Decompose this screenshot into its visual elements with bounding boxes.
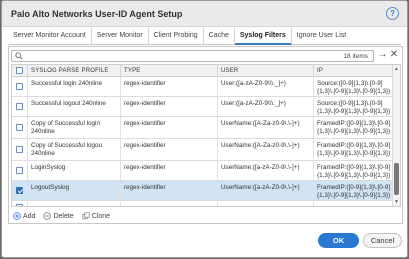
- row-checkbox[interactable]: [12, 77, 28, 96]
- cell-user: [218, 201, 314, 206]
- table-header: SYSLOG PARSE PROFILE TYPE USER IP: [12, 65, 393, 77]
- apply-filter-arrow-icon[interactable]: →: [377, 49, 388, 62]
- add-label: Add: [23, 212, 36, 220]
- column-header-ip[interactable]: IP: [314, 65, 393, 77]
- row-checkbox[interactable]: [12, 181, 28, 200]
- column-header-type[interactable]: TYPE: [121, 65, 218, 77]
- table-row[interactable]: Copy of Successful logou 240nline regex-…: [12, 139, 393, 161]
- cell-ip: Source:([0-9]{1,3}\.[0-9]{1,3}\.[0-9]{1,…: [317, 100, 391, 115]
- table-row-selected[interactable]: LogoutSyslog regex-identifier UserName:(…: [12, 181, 393, 201]
- table-row[interactable]: Copy of Successful login 240nline regex-…: [12, 117, 393, 139]
- tab-bar: Server Monitor Account Server Monitor Cl…: [8, 28, 401, 45]
- tab-client-probing[interactable]: Client Probing: [149, 28, 204, 45]
- cell-profile: Copy of Successful logou 240nline: [28, 139, 121, 160]
- cell-profile: Successful logout 240nline: [28, 97, 121, 116]
- delete-label: Delete: [53, 212, 74, 220]
- tab-ignore-user-list[interactable]: Ignore User List: [292, 28, 351, 45]
- cell-profile: LoginSyslog: [28, 161, 121, 180]
- cell-type: regex-identifier: [121, 161, 218, 180]
- clear-filter-close-icon[interactable]: ✕: [389, 49, 399, 62]
- row-checkbox-box: [16, 83, 23, 90]
- row-checkbox[interactable]: [12, 97, 28, 116]
- row-checkbox-box: [16, 204, 23, 206]
- table-row[interactable]: Successful logout 240nline regex-identif…: [12, 97, 393, 117]
- cell-user: UserName:([A-Za-z0-9\.\-]+): [218, 139, 314, 160]
- cell-type: regex-identifier: [121, 97, 218, 116]
- table-row[interactable]: Successful login 240nline regex-identifi…: [12, 77, 393, 97]
- row-checkbox-box: [16, 124, 23, 131]
- title-bar: Palo Alto Networks User-ID Agent Setup ?: [2, 1, 407, 27]
- cell-ip: FramedIP:([0-9]{1,3}\.[0-9]{1,3}\.[0-9]{…: [317, 142, 391, 157]
- cell-type: regex-identifier: [121, 77, 218, 96]
- add-button[interactable]: Add: [13, 212, 35, 220]
- cell-user: UserName:([a-zA-Z0-9\.\-]+): [218, 181, 314, 200]
- cell-user: User:([a-zA-Z0-9\\\._]+): [218, 97, 314, 116]
- cell-profile: [28, 201, 121, 206]
- clone-label: Clone: [91, 212, 110, 220]
- cell-user: UserName:([A-Za-z0-9\.\-]+): [218, 117, 314, 138]
- column-header-user[interactable]: USER: [218, 65, 314, 77]
- tab-cache[interactable]: Cache: [204, 28, 235, 45]
- add-icon: [13, 212, 21, 220]
- row-checkbox-box: [16, 146, 23, 153]
- cell-user: User:([a-zA-Z0-9\\\._]+): [218, 77, 314, 96]
- dialog-title: Palo Alto Networks User-ID Agent Setup: [11, 9, 183, 19]
- clone-button[interactable]: Clone: [82, 212, 110, 220]
- row-checkbox[interactable]: [12, 201, 28, 206]
- row-checkbox[interactable]: [12, 139, 28, 160]
- search-row: 18 items → ✕: [11, 49, 399, 62]
- select-all-checkbox-box: [16, 67, 23, 74]
- cell-ip: FramedIP:([0-9]{1,3}\.[0-9]{1,3}\.[0-9]{…: [317, 184, 391, 199]
- column-header-syslog-parse-profile[interactable]: SYSLOG PARSE PROFILE: [28, 65, 121, 77]
- search-icon: [15, 52, 23, 60]
- tab-server-monitor-account[interactable]: Server Monitor Account: [8, 28, 92, 45]
- row-checkbox[interactable]: [12, 117, 28, 138]
- delete-icon: [43, 212, 52, 220]
- cell-ip: FramedIP:([0-9]{1,3}\.[0-9]{1,3}\.[0-9]{…: [317, 120, 391, 135]
- scroll-up-arrow-icon[interactable]: ▲: [394, 66, 399, 72]
- user-id-agent-setup-dialog: Palo Alto Networks User-ID Agent Setup ?…: [1, 0, 408, 258]
- cell-user: UserName:([a-zA-Z0-9\.\-]+): [218, 161, 314, 180]
- row-checkbox-box: [16, 167, 23, 174]
- scrollbar-thumb[interactable]: [394, 163, 399, 195]
- row-checkbox-checked: [16, 187, 23, 194]
- delete-button[interactable]: Delete: [43, 212, 74, 220]
- cell-type: regex-identifier: [121, 181, 218, 200]
- table-row[interactable]: [12, 201, 393, 206]
- cell-type: regex-identifier: [121, 139, 218, 160]
- table-actions: Add Delete Clone: [13, 210, 110, 222]
- cell-ip: [314, 201, 393, 206]
- scroll-down-arrow-icon[interactable]: ▼: [394, 199, 399, 205]
- cell-ip: FramedIP:([0-9]{1,3}\.[0-9]{1,3}\.[0-9]{…: [317, 164, 391, 179]
- row-checkbox-box: [16, 103, 23, 110]
- syslog-filters-table: SYSLOG PARSE PROFILE TYPE USER IP Succes…: [11, 64, 401, 207]
- select-all-checkbox[interactable]: [12, 65, 28, 77]
- cell-profile: Successful login 240nline: [28, 77, 121, 96]
- cell-profile: Copy of Successful login 240nline: [28, 117, 121, 138]
- search-input[interactable]: 18 items: [11, 50, 374, 62]
- tab-server-monitor[interactable]: Server Monitor: [92, 28, 149, 45]
- ok-button[interactable]: OK: [318, 233, 359, 248]
- syslog-filters-panel: 18 items → ✕ SYSLOG PARSE PROFILE TYPE U…: [8, 46, 403, 224]
- cell-type: regex-identifier: [121, 117, 218, 138]
- table-scrollbar[interactable]: ▲ ▼: [392, 65, 400, 206]
- cell-type: [121, 201, 218, 206]
- cancel-button[interactable]: Cancel: [363, 233, 402, 248]
- cell-profile: LogoutSyslog: [28, 181, 121, 200]
- tab-syslog-filters[interactable]: Syslog Filters: [234, 28, 292, 45]
- help-icon[interactable]: ?: [386, 7, 399, 20]
- table-row[interactable]: LoginSyslog regex-identifier UserName:([…: [12, 161, 393, 181]
- clone-icon: [82, 212, 90, 220]
- cell-ip: Source:([0-9]{1,3}\.[0-9]{1,3}\.[0-9]{1,…: [317, 80, 391, 95]
- row-checkbox[interactable]: [12, 161, 28, 180]
- items-count: 18 items: [343, 53, 368, 60]
